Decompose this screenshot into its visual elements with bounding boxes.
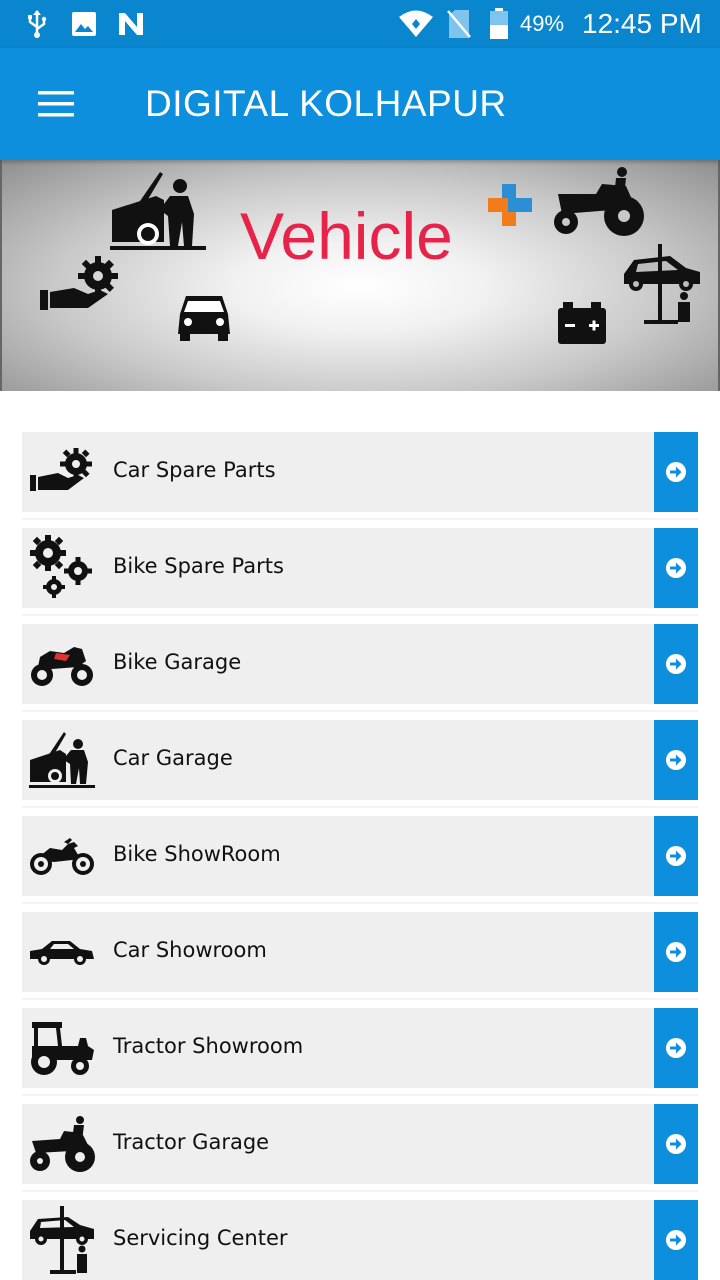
divider — [22, 902, 698, 904]
arrow-right-circle-icon[interactable] — [654, 1008, 698, 1088]
medical-plus-icon — [486, 182, 534, 232]
image-icon — [70, 8, 98, 40]
status-bar: 49% 12:45 PM — [0, 0, 720, 48]
arrow-right-circle-icon[interactable] — [654, 816, 698, 896]
sport-bike-icon — [28, 632, 96, 696]
list-item-bike-showroom[interactable]: Bike ShowRoom — [22, 816, 698, 896]
battery-icon — [488, 8, 510, 40]
arrow-right-circle-icon[interactable] — [654, 528, 698, 608]
divider — [22, 1190, 698, 1192]
no-sim-icon — [446, 8, 472, 40]
hamburger-menu-icon[interactable] — [22, 82, 90, 126]
list-item-tractor-showroom[interactable]: Tractor Showroom — [22, 1008, 698, 1088]
car-lift-icon — [28, 1206, 96, 1274]
banner-title: Vehicle — [240, 199, 453, 273]
list-item-car-spare-parts[interactable]: Car Spare Parts — [22, 432, 698, 512]
arrow-right-circle-icon[interactable] — [654, 1104, 698, 1184]
list-item-bike-spare-parts[interactable]: Bike Spare Parts — [22, 528, 698, 608]
car-battery-icon — [557, 300, 607, 350]
wifi-icon — [398, 8, 434, 40]
list-item-label: Car Showroom — [113, 938, 267, 962]
list-item-tractor-garage[interactable]: Tractor Garage — [22, 1104, 698, 1184]
tractor-driver-icon — [28, 1112, 96, 1176]
divider — [22, 614, 698, 616]
list-item-label: Tractor Showroom — [113, 1034, 304, 1058]
list-item-label: Servicing Center — [113, 1226, 288, 1250]
list-item-car-showroom[interactable]: Car Showroom — [22, 912, 698, 992]
list-item-label: Bike Garage — [113, 650, 242, 674]
divider — [22, 998, 698, 1000]
banner-image: Vehicle — [0, 160, 720, 391]
arrow-right-circle-icon[interactable] — [654, 432, 698, 512]
list-item-car-garage[interactable]: Car Garage — [22, 720, 698, 800]
list-item-label: Car Garage — [113, 746, 233, 770]
car-lift-icon — [620, 242, 704, 330]
tractor-driver-icon — [552, 164, 644, 242]
list-item-label: Tractor Garage — [113, 1130, 270, 1154]
usb-icon — [24, 8, 50, 40]
clock: 12:45 PM — [582, 8, 702, 39]
n-app-icon — [116, 8, 146, 40]
car-front-icon — [176, 290, 232, 346]
divider — [22, 518, 698, 520]
gears-icon — [28, 535, 96, 600]
app-bar: DIGITAL KOLHAPUR — [0, 48, 720, 160]
sedan-car-icon — [28, 920, 96, 984]
battery-percent: 49% — [520, 11, 565, 36]
divider — [22, 1094, 698, 1096]
mechanic-car-icon — [28, 728, 96, 792]
list-item-bike-garage[interactable]: Bike Garage — [22, 624, 698, 704]
divider — [22, 806, 698, 808]
motorbike-icon — [28, 824, 96, 888]
list-item-label: Bike ShowRoom — [113, 842, 281, 866]
app-title: DIGITAL KOLHAPUR — [145, 83, 507, 124]
arrow-right-circle-icon[interactable] — [654, 912, 698, 992]
arrow-right-circle-icon[interactable] — [654, 1200, 698, 1280]
list-item-servicing-center[interactable]: Servicing Center — [22, 1200, 698, 1280]
arrow-right-circle-icon[interactable] — [654, 720, 698, 800]
tractor-icon — [28, 1016, 96, 1080]
hand-gear-icon — [38, 256, 122, 320]
arrow-right-circle-icon[interactable] — [654, 624, 698, 704]
list-item-label: Car Spare Parts — [113, 458, 276, 482]
mechanic-car-icon — [108, 166, 208, 258]
list-item-label: Bike Spare Parts — [113, 554, 284, 578]
divider — [22, 710, 698, 712]
hand-gear-icon — [28, 440, 96, 504]
